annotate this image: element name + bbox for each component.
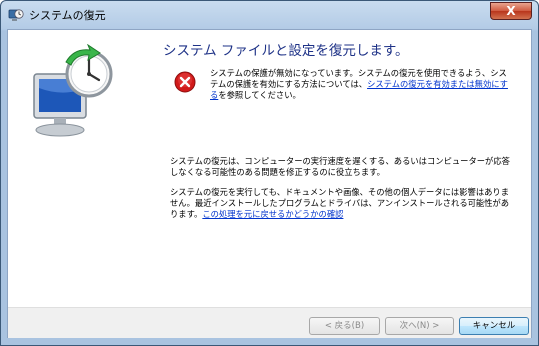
next-button[interactable]: 次へ(N) > [385, 317, 454, 335]
system-restore-icon [8, 9, 24, 21]
cancel-button[interactable]: キャンセル [459, 317, 529, 335]
restore-data-notice: システムの復元を実行しても、ドキュメントや画像、その他の個人データには影響はあり… [170, 187, 515, 220]
system-restore-art [33, 44, 113, 137]
window-title: システムの復元 [29, 9, 106, 22]
protection-disabled-message: システムの保護が無効になっています。システムの復元を使用できるよう、システムの保… [210, 68, 508, 101]
error-icon [174, 71, 196, 93]
undo-check-link[interactable]: この処理を元に戻せるかどうかの確認 [202, 209, 343, 219]
restore-description: システムの復元は、コンピューターの実行速度を遅くする、あるいはコンピューターが応… [170, 156, 510, 177]
error-text-after: を参照してください。 [218, 90, 301, 100]
page-heading: システム ファイルと設定を復元します。 [163, 43, 409, 59]
back-button[interactable]: < 戻る(B) [309, 317, 380, 335]
system-restore-window: システムの復元 X システム ファイルと設定を復元します。 システムの保護が無効… [0, 0, 539, 346]
title-bar[interactable]: システムの復元 X [1, 1, 538, 29]
close-button[interactable]: X [490, 2, 532, 20]
dialog-body: システム ファイルと設定を復元します。 システムの保護が無効になっています。シス… [7, 29, 532, 338]
button-bar: < 戻る(B) 次へ(N) > キャンセル [8, 307, 531, 338]
